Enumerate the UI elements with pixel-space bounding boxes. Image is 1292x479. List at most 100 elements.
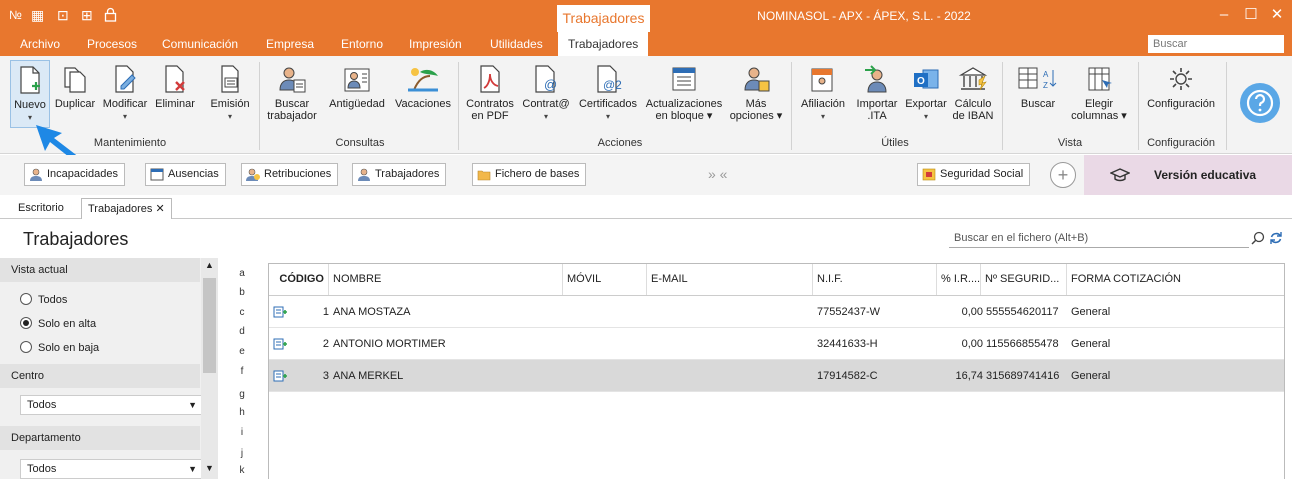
contratos-label-2: en PDF: [471, 110, 509, 122]
cell-nombre: ANA MOSTAZA: [333, 306, 411, 318]
column-header-irpf[interactable]: % I.R....: [937, 264, 981, 295]
modificar-button[interactable]: Modificar ▾: [101, 60, 149, 123]
menu-comunicacion[interactable]: Comunicación: [162, 37, 238, 51]
minimize-button[interactable]: –: [1213, 6, 1235, 24]
refresh-icon[interactable]: [1269, 231, 1283, 245]
svg-text:A: A: [1043, 70, 1049, 79]
scroll-nav-arrows[interactable]: » «: [708, 166, 727, 182]
alpha-index-k[interactable]: k: [232, 465, 252, 476]
radio-solo-en-alta[interactable]: Solo en alta: [20, 317, 96, 331]
pdf-icon: [480, 65, 500, 93]
cell-nombre: ANA MERKEL: [333, 370, 404, 382]
file-search-input[interactable]: Buscar en el fichero (Alt+B): [949, 228, 1249, 248]
column-header-forma-cotizacion[interactable]: FORMA COTIZACIÓN: [1067, 264, 1284, 295]
menu-procesos[interactable]: Procesos: [87, 37, 137, 51]
elegir-columnas-button[interactable]: Elegir columnas ▾: [1066, 60, 1132, 122]
radio-solo-en-baja-label: Solo en baja: [38, 342, 100, 354]
alpha-index-g[interactable]: g: [232, 389, 252, 400]
buscar-trabajador-label-2: trabajador: [267, 110, 317, 122]
app-number-icon[interactable]: №: [9, 7, 22, 23]
scrollbar-thumb[interactable]: [203, 278, 216, 373]
cell-irpf: 16,74: [955, 370, 983, 382]
seguridad-social-text: Seguridad Social: [940, 168, 1024, 180]
trabajadores-label: Trabajadores: [375, 168, 440, 180]
alpha-index-d[interactable]: d: [232, 326, 252, 337]
radio-solo-en-baja[interactable]: Solo en baja: [20, 341, 99, 355]
alpha-index-h[interactable]: h: [232, 407, 252, 418]
importar-ita-button[interactable]: Importar .ITA: [852, 60, 902, 122]
alpha-index-e[interactable]: e: [232, 346, 252, 357]
import-icon: [865, 65, 887, 93]
menu-empresa[interactable]: Empresa: [266, 37, 314, 51]
eliminar-button[interactable]: Eliminar: [152, 60, 198, 110]
incapacidades-button[interactable]: Incapacidades: [24, 163, 125, 186]
column-header-email[interactable]: E-MAIL: [647, 264, 813, 295]
calculo-iban-button[interactable]: Cálculo de IBAN: [948, 60, 998, 122]
cell-nombre: ANTONIO MORTIMER: [333, 338, 446, 350]
departamento-select[interactable]: Todos ▼: [20, 459, 202, 479]
close-button[interactable]: ✕: [1266, 6, 1288, 24]
mas-opciones-button[interactable]: Más opciones ▾: [728, 60, 784, 122]
retribuciones-button[interactable]: Retribuciones: [241, 163, 339, 186]
contratos-pdf-button[interactable]: Contratos en PDF: [462, 60, 518, 122]
menu-entorno[interactable]: Entorno: [341, 37, 383, 51]
emision-button[interactable]: Emisión ▾: [207, 60, 253, 123]
column-header-nombre[interactable]: NOMBRE: [329, 264, 563, 295]
radio-circle: [20, 341, 32, 353]
ausencias-button[interactable]: Ausencias: [145, 163, 226, 186]
table-row[interactable]: 1 ANA MOSTAZA 77552437-W 0,00 5555546201…: [269, 296, 1284, 328]
folder-open-icon[interactable]: ⊡: [57, 7, 69, 23]
calendar-icon[interactable]: ▦: [31, 7, 44, 23]
global-search-input[interactable]: Buscar: [1148, 35, 1284, 53]
menu-impresion[interactable]: Impresión: [409, 37, 462, 51]
column-header-nif[interactable]: N.I.F.: [813, 264, 937, 295]
fichero-bases-button[interactable]: Fichero de bases: [472, 163, 587, 186]
radio-todos[interactable]: Todos: [20, 293, 67, 307]
help-button[interactable]: [1240, 83, 1280, 123]
social-security-icon: [922, 168, 936, 181]
table-row[interactable]: 2 ANTONIO MORTIMER 32441633-H 0,00 11556…: [269, 328, 1284, 360]
configuracion-button[interactable]: Configuración: [1140, 60, 1222, 110]
trabajadores-button[interactable]: Trabajadores: [352, 163, 447, 186]
actualizaciones-button[interactable]: Actualizaciones en bloque ▾: [643, 60, 725, 122]
certificados-button[interactable]: @2 Certificados ▾: [576, 60, 640, 123]
scroll-up-icon[interactable]: ▲: [205, 260, 214, 270]
table-row-selected[interactable]: 3 ANA MERKEL 17914582-C 16,74 3156897414…: [269, 360, 1284, 392]
contratos-label-1: Contratos: [466, 98, 514, 110]
exportar-button[interactable]: O Exportar ▾: [902, 60, 950, 123]
alpha-index-c[interactable]: c: [232, 307, 252, 318]
scroll-down-icon[interactable]: ▼: [205, 463, 214, 473]
menu-trabajadores[interactable]: Trabajadores: [558, 32, 649, 56]
alpha-index-a[interactable]: a: [232, 268, 252, 279]
column-header-codigo[interactable]: CÓDIGO: [269, 264, 329, 295]
table-header: CÓDIGO NOMBRE MÓVIL E-MAIL N.I.F. % I.R.…: [269, 264, 1284, 296]
centro-select[interactable]: Todos ▼: [20, 395, 202, 415]
add-shortcut-button[interactable]: +: [1050, 162, 1076, 188]
contrat-arroba-button[interactable]: @ Contrat@ ▾: [518, 60, 574, 123]
buscar-button[interactable]: AZ Buscar: [1010, 60, 1066, 110]
seguridad-social-button[interactable]: Seguridad Social: [917, 163, 1031, 186]
antiguedad-label: Antigüedad: [329, 98, 385, 110]
lock-icon[interactable]: [104, 7, 117, 26]
column-header-movil[interactable]: MÓVIL: [563, 264, 647, 295]
tab-trabajadores[interactable]: Trabajadores ✕: [81, 198, 172, 219]
alpha-index-b[interactable]: b: [232, 287, 252, 298]
sidebar-scrollbar[interactable]: ▲ ▼: [201, 258, 218, 479]
folder-icon[interactable]: ⊞: [81, 7, 93, 23]
nuevo-button[interactable]: Nuevo ▾: [10, 60, 50, 128]
antiguedad-button[interactable]: Antigüedad: [325, 60, 389, 110]
alpha-index-j[interactable]: j: [232, 448, 252, 459]
search-icon[interactable]: [1251, 231, 1265, 245]
vacaciones-button[interactable]: Vacaciones: [393, 60, 453, 110]
duplicar-button[interactable]: Duplicar: [52, 60, 98, 110]
alpha-index-i[interactable]: i: [232, 427, 252, 438]
buscar-trabajador-button[interactable]: Buscar trabajador: [263, 60, 321, 122]
chevron-down-icon: ▾: [227, 112, 232, 121]
afiliacion-button[interactable]: Afiliación ▾: [795, 60, 851, 123]
alpha-index-f[interactable]: f: [232, 366, 252, 377]
tab-escritorio[interactable]: Escritorio: [12, 198, 70, 219]
menu-utilidades[interactable]: Utilidades: [490, 37, 543, 51]
maximize-button[interactable]: ☐: [1240, 6, 1262, 24]
column-header-nss[interactable]: Nº SEGURID...: [981, 264, 1067, 295]
menu-archivo[interactable]: Archivo: [20, 37, 60, 51]
